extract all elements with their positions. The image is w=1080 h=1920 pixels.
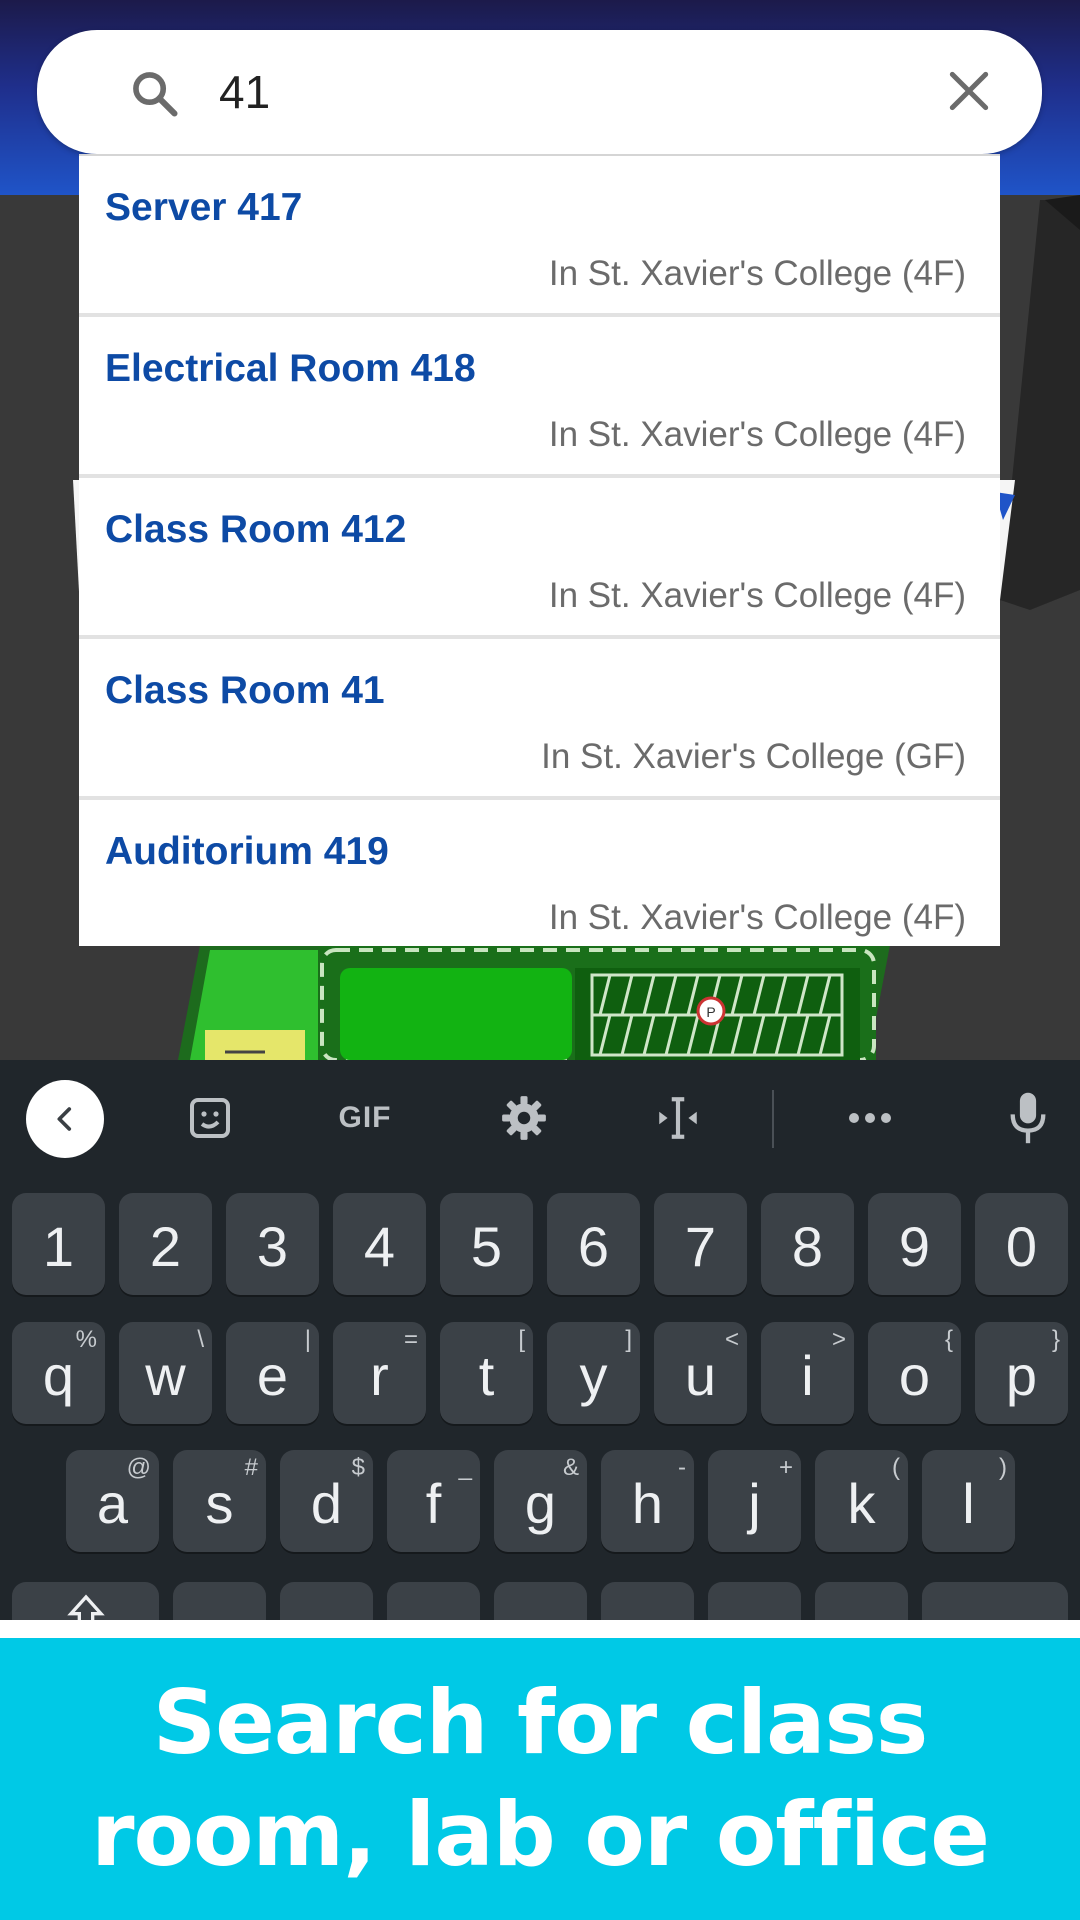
key-v[interactable] [494,1582,587,1620]
key-p[interactable]: } p [975,1322,1068,1424]
shift-key[interactable] [12,1582,159,1620]
key-h[interactable]: -h [601,1450,694,1552]
key-m[interactable] [815,1582,908,1620]
gif-button[interactable]: GIF [325,1078,405,1158]
sticker-button[interactable] [180,1078,240,1158]
clear-search-icon[interactable] [944,66,994,116]
keyboard-toolbar: GIF [0,1060,1080,1178]
search-result-item[interactable]: Class Room 41 In St. Xavier's College (G… [79,639,1000,800]
voice-input-button[interactable] [1000,1078,1056,1158]
key-a[interactable]: @ a [66,1450,159,1552]
parking-marker: P [706,1004,715,1020]
search-bar[interactable] [37,30,1042,154]
key-t[interactable]: [t [440,1322,533,1424]
soft-keyboard: GIF 1 2 3 4 5 6 7 8 9 0 % q \ w | e = r … [0,1060,1080,1620]
result-title: Electrical Room 418 [105,347,476,390]
key-n[interactable] [708,1582,801,1620]
sticker-icon [190,1098,230,1138]
promo-banner: Search for class room, lab or office [0,1620,1080,1920]
key-0[interactable]: 0 [975,1193,1068,1295]
gear-icon [502,1096,546,1140]
more-dots-icon [849,1113,891,1123]
result-title: Class Room 41 [105,669,385,712]
text-cursor-icon [659,1097,697,1139]
microphone-icon [1010,1092,1046,1144]
banner-line-1: Search for class [152,1671,929,1774]
key-y[interactable]: ] y [547,1322,640,1424]
key-1[interactable]: 1 [12,1193,105,1295]
key-3[interactable]: 3 [226,1193,319,1295]
key-i[interactable]: > i [761,1322,854,1424]
result-location: In St. Xavier's College (4F) [548,898,966,937]
key-8[interactable]: 8 [761,1193,854,1295]
key-g[interactable]: & g [494,1450,587,1552]
key-r[interactable]: = r [333,1322,426,1424]
key-e[interactable]: | e [226,1322,319,1424]
key-7[interactable]: 7 [654,1193,747,1295]
search-result-item[interactable]: Electrical Room 418 In St. Xavier's Coll… [79,317,1000,478]
result-location: In St. Xavier's College (4F) [548,415,966,454]
result-title: Server 417 [105,186,303,229]
key-9[interactable]: 9 [868,1193,961,1295]
key-o[interactable]: {o [868,1322,961,1424]
search-icon [133,72,178,117]
key-f[interactable]: _ f [387,1450,480,1552]
cursor-control-button[interactable] [648,1078,708,1158]
key-5[interactable]: 5 [440,1193,533,1295]
result-title: Auditorium 419 [105,830,389,873]
key-l[interactable]: ) l [922,1450,1015,1552]
key-d[interactable]: $ d [280,1450,373,1552]
key-c[interactable] [387,1582,480,1620]
key-z[interactable] [173,1582,266,1620]
key-j[interactable]: + j [708,1450,801,1552]
banner-panel: Search for class room, lab or office [0,1638,1080,1920]
result-title: Class Room 412 [105,508,407,551]
gif-label: GIF [338,1101,392,1134]
shift-icon [66,1594,105,1620]
result-location: In St. Xavier's College (4F) [548,254,966,293]
search-result-item[interactable]: Server 417 In St. Xavier's College (4F) [79,156,1000,317]
key-6[interactable]: 6 [547,1193,640,1295]
key-x[interactable] [280,1582,373,1620]
banner-line-2: room, lab or office [91,1783,990,1886]
key-4[interactable]: 4 [333,1193,426,1295]
search-results-list: Server 417 In St. Xavier's College (4F) … [79,154,1000,946]
key-s[interactable]: # s [173,1450,266,1552]
key-b[interactable] [601,1582,694,1620]
key-k[interactable]: (k [815,1450,908,1552]
search-input[interactable] [219,60,919,124]
settings-button[interactable] [494,1078,554,1158]
backspace-key[interactable] [922,1582,1068,1620]
key-u[interactable]: < u [654,1322,747,1424]
result-location: In St. Xavier's College (4F) [548,576,966,615]
toolbar-divider [772,1090,774,1148]
key-w[interactable]: \ w [119,1322,212,1424]
search-result-item[interactable]: Auditorium 419 In St. Xavier's College (… [79,800,1000,946]
more-options-button[interactable] [840,1078,900,1158]
collapse-keyboard-button[interactable] [26,1080,104,1158]
chevron-left-icon [57,1107,72,1131]
key-2[interactable]: 2 [119,1193,212,1295]
banner-caption: Search for class room, lab or office [20,1667,1060,1891]
result-location: In St. Xavier's College (GF) [541,737,966,776]
search-result-item[interactable]: Class Room 412 In St. Xavier's College (… [79,478,1000,639]
key-q[interactable]: % q [12,1322,105,1424]
